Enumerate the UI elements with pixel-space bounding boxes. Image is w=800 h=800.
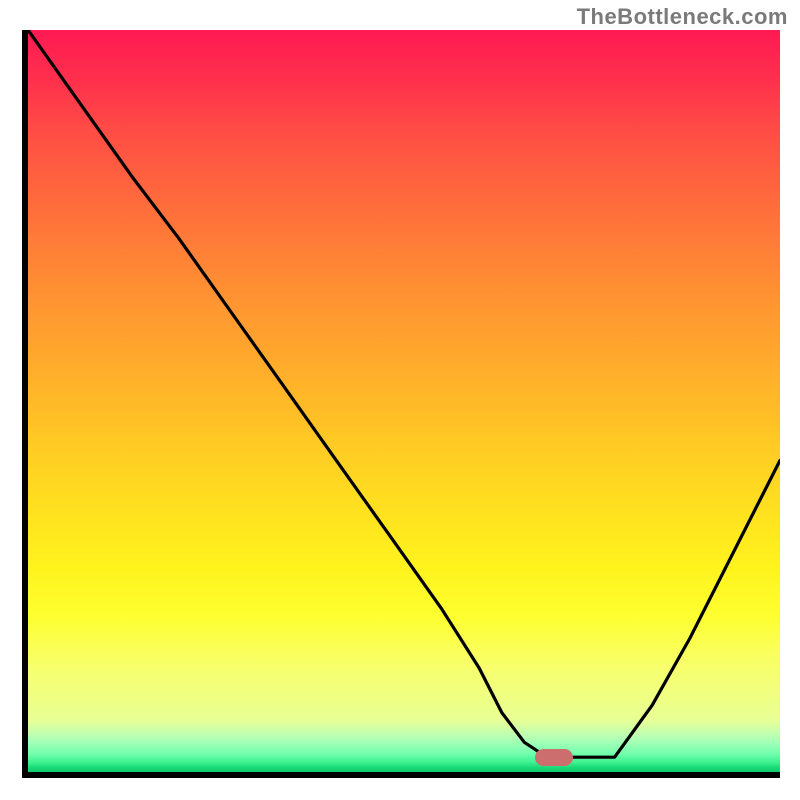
watermark-text: TheBottleneck.com xyxy=(577,4,788,30)
chart-container: TheBottleneck.com xyxy=(0,0,800,800)
axes-frame xyxy=(22,30,780,778)
